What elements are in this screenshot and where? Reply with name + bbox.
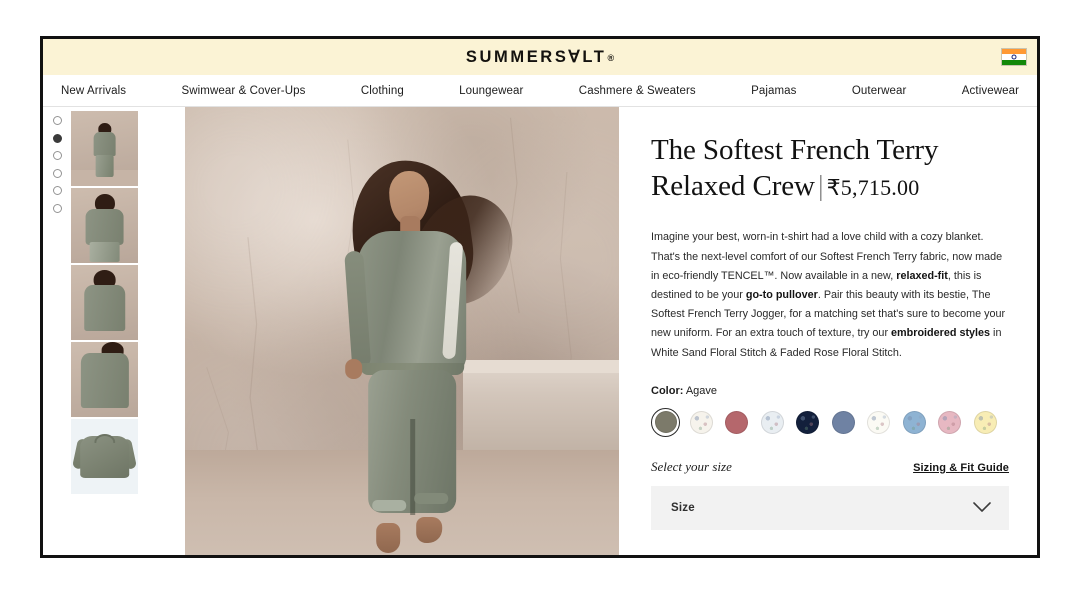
color-swatch-faded-rose[interactable] [722,408,751,437]
swatch-color-fill [902,410,926,434]
color-label: Color: Agave [651,385,1009,397]
size-header: Select your size Sizing & Fit Guide [651,459,1009,475]
color-swatch-list [651,407,1009,437]
product-title: The Softest French Terry Relaxed Crew | ₹5… [651,133,1009,204]
sizing-fit-guide-link[interactable]: Sizing & Fit Guide [913,462,1009,474]
color-swatch-cream[interactable] [864,408,893,437]
product-description: Imagine your best, worn-in t-shirt had a… [651,228,1009,362]
swatch-color-fill [973,410,997,434]
size-select-dropdown[interactable]: Size [651,485,1009,530]
swatch-color-fill [796,410,819,434]
hero-product-image[interactable] [185,107,619,555]
browser-window: SUMMERS∀LT ® New Arrivals Swimwear & Cov… [40,36,1040,558]
slide-dot-3[interactable] [52,151,62,160]
thumbnail-4-image [71,342,138,417]
nav-item-outerwear[interactable]: Outerwear [852,81,907,101]
thumbnail-2[interactable] [71,188,138,263]
slide-dot-4[interactable] [52,168,62,178]
color-label-lead: Color: [651,384,684,397]
size-select-value: Size [671,501,695,514]
logo-wordmark: SUMMERS∀LT [465,48,607,66]
color-swatch-blue-tie-dye[interactable] [900,408,929,437]
product-price: ₹5,715.00 [826,174,920,200]
thumbnail-3[interactable] [71,265,138,340]
thumbnail-4[interactable] [71,342,138,417]
color-swatch-agave[interactable] [651,407,680,437]
size-prompt-label: Select your size [651,458,732,474]
nav-item-swimwear-cover-ups[interactable]: Swimwear & Cover-Ups [181,81,305,101]
summersalt-logo[interactable]: SUMMERS∀LT ® [466,47,614,67]
color-swatch-white-sand-floral-stitch[interactable] [687,408,716,437]
slide-dot-1[interactable] [52,116,62,125]
swatch-color-fill [654,411,677,434]
thumbnail-3-image [71,265,138,340]
gallery-rail [43,107,185,555]
thumbnail-strip [71,111,185,555]
swatch-color-fill [831,410,855,434]
india-flag-icon[interactable] [1001,48,1027,66]
nav-item-clothing[interactable]: Clothing [361,81,404,101]
nav-item-loungewear[interactable]: Loungewear [459,81,523,101]
top-banner: SUMMERS∀LT ® [43,39,1037,75]
description-run-1: relaxed-fit [896,269,948,282]
thumbnail-1[interactable] [71,111,138,186]
color-selected-value: Agave [685,384,718,397]
nav-item-activewear[interactable]: Activewear [962,81,1019,101]
flag-band-green [1002,59,1026,65]
slide-indicator-dots [43,111,71,555]
slide-dot-5[interactable] [52,186,62,195]
swatch-color-fill [938,410,961,434]
color-swatch-pale-yellow[interactable] [971,408,1000,437]
color-swatch-slate-blue[interactable] [829,408,858,437]
thumbnail-1-image [71,111,138,186]
swatch-color-fill [725,410,748,434]
product-details-panel: The Softest French Terry Relaxed Crew | ₹5… [619,107,1037,555]
main-navigation: New Arrivals Swimwear & Cover-Ups Clothi… [43,75,1037,107]
product-page-body: The Softest French Terry Relaxed Crew | ₹5… [43,107,1037,555]
slide-dot-6[interactable] [52,203,62,213]
description-run-5: embroidered styles [891,327,991,340]
color-swatch-pink-floral[interactable] [935,408,964,437]
chevron-down-icon [973,502,991,513]
swatch-color-fill [760,410,784,434]
thumbnail-2-image [71,188,138,263]
swatch-color-fill [867,410,890,434]
nav-item-pajamas[interactable]: Pajamas [751,81,796,101]
color-swatch-light-floral-print[interactable] [758,408,787,437]
title-divider: | [817,169,824,202]
description-run-3: go-to pullover [745,288,818,301]
nav-item-cashmere-sweaters[interactable]: Cashmere & Sweaters [579,81,696,101]
slide-dot-2[interactable] [52,133,62,143]
color-swatch-navy-floral-print[interactable] [793,408,822,437]
model-figure [296,125,526,555]
thumbnail-5[interactable] [71,419,138,494]
logo-registered-mark: ® [607,53,615,63]
thumbnail-5-image [71,419,138,494]
swatch-color-fill [689,410,713,434]
nav-item-new-arrivals[interactable]: New Arrivals [61,81,126,101]
